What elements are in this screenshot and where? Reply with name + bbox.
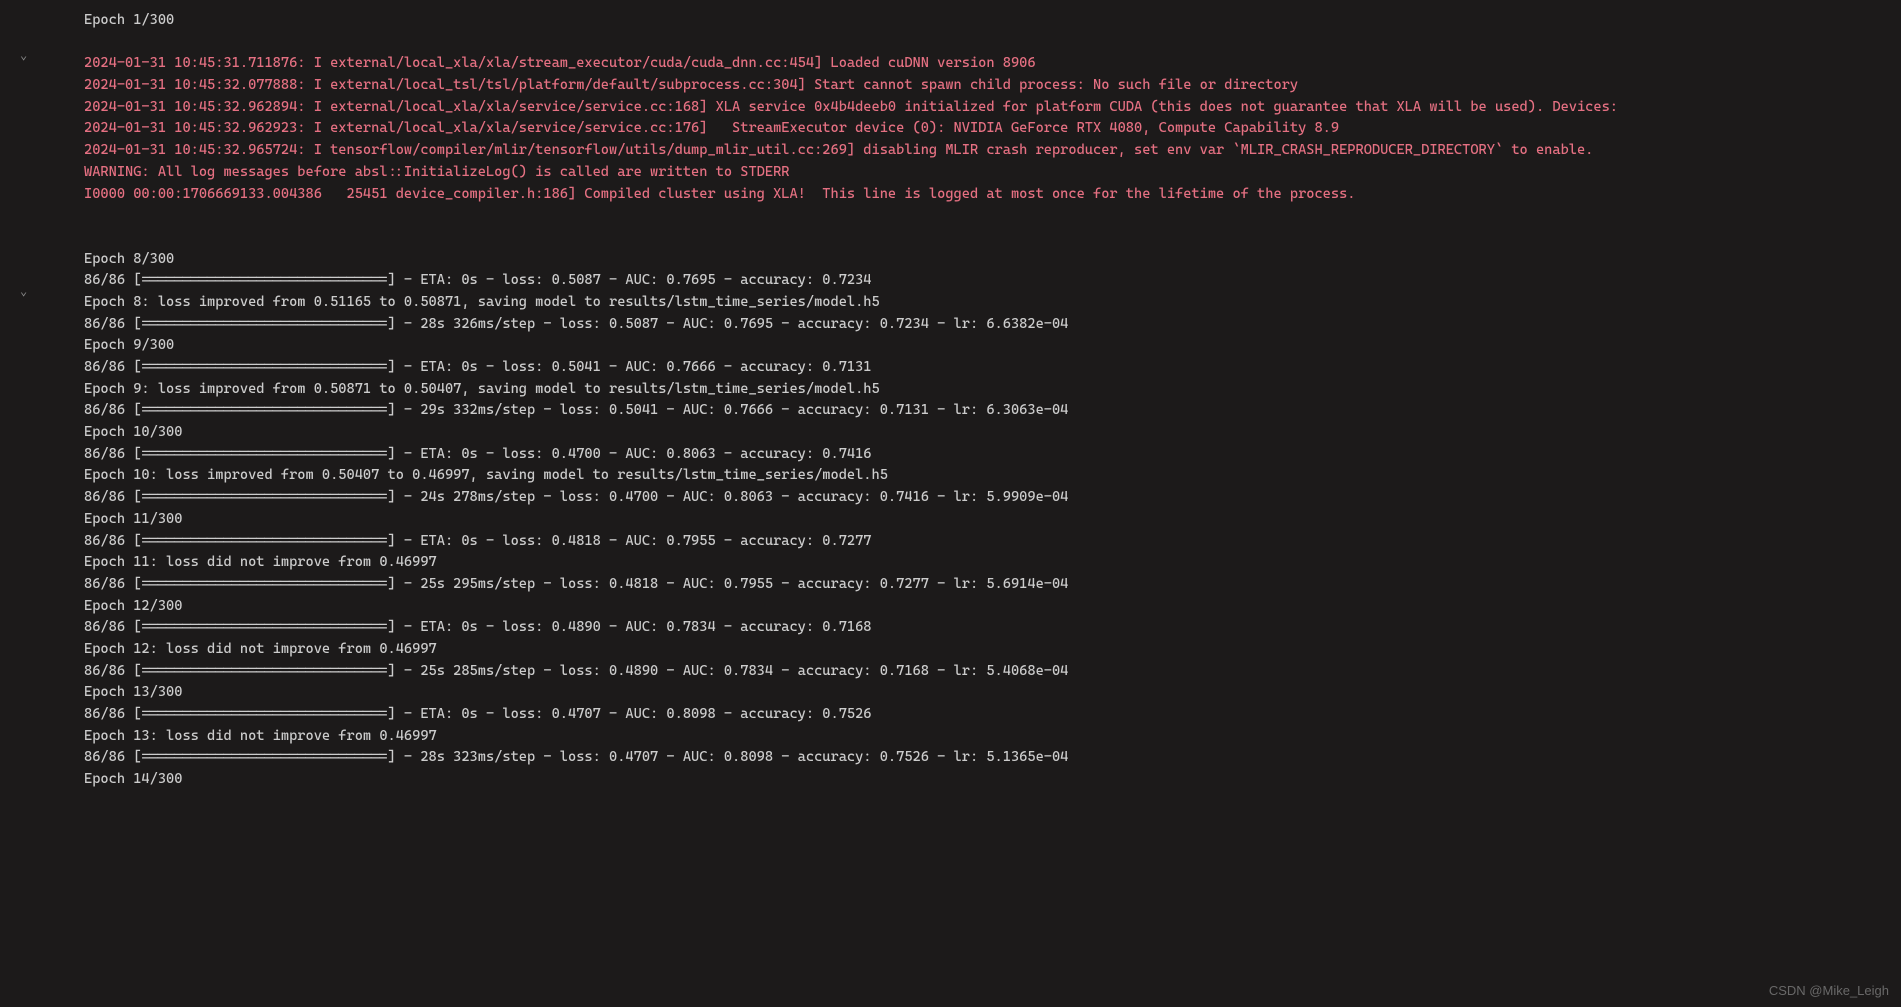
log-line-stderr: 2024-01-31 10:45:32.962894: I external/l… — [84, 97, 1881, 119]
log-line-stdout: Epoch 1/300 — [84, 10, 1881, 32]
log-line-stdout: 86/86 [==============================] -… — [84, 661, 1881, 683]
log-line-stdout: Epoch 12/300 — [84, 596, 1881, 618]
log-line-stdout: 86/86 [==============================] -… — [84, 617, 1881, 639]
collapse-arrow-icon[interactable]: ⌄ — [20, 282, 27, 301]
log-line-stderr: 2024-01-31 10:45:31.711876: I external/l… — [84, 53, 1881, 75]
log-line-stdout: Epoch 8: loss improved from 0.51165 to 0… — [84, 292, 1881, 314]
log-line-stdout: Epoch 11: loss did not improve from 0.46… — [84, 552, 1881, 574]
log-line-stderr: I0000 00:00:1706669133.004386 25451 devi… — [84, 184, 1881, 206]
log-line-stderr: WARNING: All log messages before absl::I… — [84, 162, 1881, 184]
log-line-stderr: 2024-01-31 10:45:32.962923: I external/l… — [84, 118, 1881, 140]
log-line-stderr: 2024-01-31 10:45:32.077888: I external/l… — [84, 75, 1881, 97]
blank-line — [84, 32, 1881, 54]
log-line-stdout: Epoch 9/300 — [84, 335, 1881, 357]
log-line-stderr: 2024-01-31 10:45:32.965724: I tensorflow… — [84, 140, 1881, 162]
output-block: Epoch 1/300 2024-01-31 10:45:31.711876: I… — [42, 10, 1881, 791]
gutter: ⌄⌄ — [0, 0, 42, 1007]
log-line-stdout: 86/86 [==============================] -… — [84, 270, 1881, 292]
log-line-stdout: 86/86 [==============================] -… — [84, 704, 1881, 726]
log-line-stdout: 86/86 [==============================] -… — [84, 314, 1881, 336]
log-line-stdout: Epoch 8/300 — [84, 249, 1881, 271]
blank-line — [84, 227, 1881, 249]
log-line-stdout: 86/86 [==============================] -… — [84, 357, 1881, 379]
log-line-stdout: 86/86 [==============================] -… — [84, 747, 1881, 769]
log-line-stdout: 86/86 [==============================] -… — [84, 400, 1881, 422]
log-line-stdout: Epoch 10: loss improved from 0.50407 to … — [84, 465, 1881, 487]
log-line-stdout: 86/86 [==============================] -… — [84, 531, 1881, 553]
log-line-stdout: Epoch 11/300 — [84, 509, 1881, 531]
log-line-stdout: Epoch 12: loss did not improve from 0.46… — [84, 639, 1881, 661]
blank-line — [84, 205, 1881, 227]
log-line-stdout: Epoch 13/300 — [84, 682, 1881, 704]
watermark: CSDN @Mike_Leigh — [1769, 981, 1889, 1001]
log-line-stdout: Epoch 10/300 — [84, 422, 1881, 444]
log-line-stdout: Epoch 9: loss improved from 0.50871 to 0… — [84, 379, 1881, 401]
log-line-stdout: 86/86 [==============================] -… — [84, 574, 1881, 596]
log-line-stdout: 86/86 [==============================] -… — [84, 487, 1881, 509]
log-line-stdout: Epoch 14/300 — [84, 769, 1881, 791]
log-line-stdout: Epoch 13: loss did not improve from 0.46… — [84, 726, 1881, 748]
collapse-arrow-icon[interactable]: ⌄ — [20, 46, 27, 65]
log-line-stdout: 86/86 [==============================] -… — [84, 444, 1881, 466]
